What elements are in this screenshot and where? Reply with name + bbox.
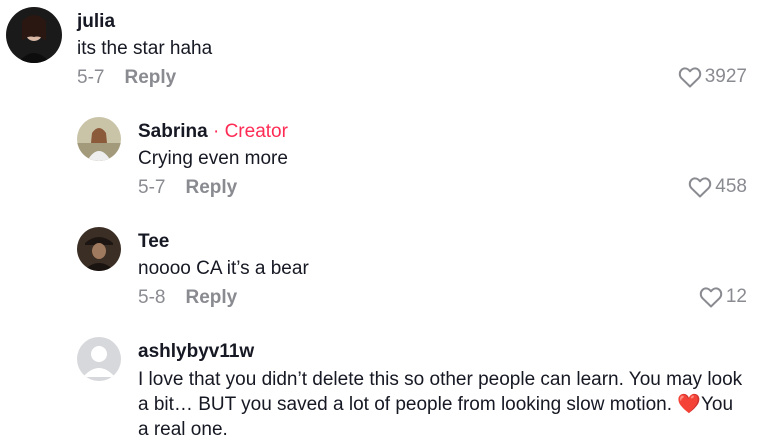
like-button[interactable]: 3927 (678, 66, 747, 88)
comment-text: Crying even more (138, 148, 288, 169)
comment-text: its the star haha (77, 38, 213, 59)
comment-text: noooo CA it’s a bear (138, 258, 309, 279)
username[interactable]: Sabrina · Creator (138, 121, 288, 143)
comment-meta: 5-7 Reply (77, 67, 176, 89)
heart-outline-icon (678, 66, 702, 88)
username[interactable]: Tee (138, 231, 169, 253)
reply-button[interactable]: Reply (124, 67, 176, 88)
avatar[interactable] (6, 7, 62, 63)
default-avatar-icon[interactable] (77, 337, 121, 381)
like-count: 3927 (704, 66, 747, 87)
username-text[interactable]: Sabrina (138, 121, 208, 142)
comment-date: 5-8 (138, 287, 166, 308)
reply-button[interactable]: Reply (185, 287, 237, 308)
reply-button[interactable]: Reply (185, 177, 237, 198)
comment-meta: 5-7 Reply (138, 177, 237, 199)
creator-badge: · Creator (207, 121, 288, 142)
comment-date: 5-7 (138, 177, 166, 198)
like-button[interactable]: 12 (699, 286, 747, 308)
avatar[interactable] (77, 117, 121, 161)
like-count: 458 (715, 176, 747, 197)
heart-outline-icon (699, 286, 723, 308)
heart-emoji-icon: ❤️ (677, 394, 701, 415)
comment-meta: 5-8 Reply (138, 287, 237, 309)
comment-date: 5-7 (77, 67, 105, 88)
comment-text: I love that you didn’t delete this so ot… (138, 367, 743, 442)
like-count: 12 (725, 286, 747, 307)
avatar[interactable] (77, 227, 121, 271)
username[interactable]: julia (77, 11, 115, 33)
heart-outline-icon (688, 176, 712, 198)
like-button[interactable]: 458 (688, 176, 747, 198)
username[interactable]: ashlybyv11w (138, 341, 254, 363)
comment-text-part: I love that you didn’t delete this so ot… (138, 369, 743, 415)
